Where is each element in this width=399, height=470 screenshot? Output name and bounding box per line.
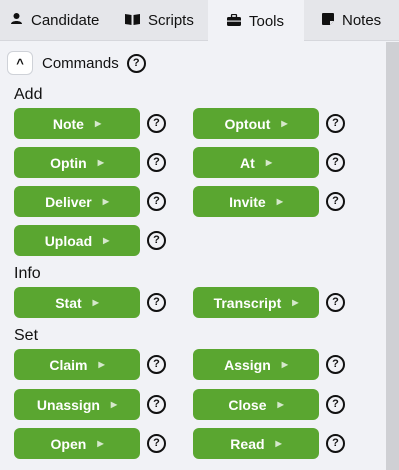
- button-label: Open: [50, 435, 87, 452]
- tab-notes[interactable]: Notes: [322, 0, 392, 41]
- play-icon: ▶: [281, 119, 288, 128]
- play-icon: ▶: [103, 236, 110, 245]
- play-icon: ▶: [92, 298, 99, 307]
- section-title-info: Info: [14, 265, 41, 282]
- help-icon[interactable]: ?: [147, 153, 166, 172]
- help-icon[interactable]: ?: [326, 395, 345, 414]
- play-icon: ▶: [97, 439, 104, 448]
- help-icon[interactable]: ?: [126, 53, 146, 73]
- tab-label: Tools: [249, 12, 285, 30]
- upload-button[interactable]: Upload ▶: [14, 225, 140, 256]
- collapse-toggle-button[interactable]: ^: [7, 51, 33, 75]
- invite-button[interactable]: Invite ▶: [193, 186, 319, 217]
- help-icon[interactable]: ?: [326, 355, 345, 374]
- optin-button[interactable]: Optin ▶: [14, 147, 140, 178]
- tab-label: Scripts: [148, 12, 194, 29]
- tab-bar: Candidate Scripts Tools Notes: [0, 0, 399, 42]
- read-button[interactable]: Read ▶: [193, 428, 319, 459]
- unassign-button[interactable]: Unassign ▶: [14, 389, 140, 420]
- close-button[interactable]: Close ▶: [193, 389, 319, 420]
- play-icon: ▶: [275, 439, 282, 448]
- help-icon[interactable]: ?: [147, 231, 166, 250]
- at-button[interactable]: At ▶: [193, 147, 319, 178]
- help-icon[interactable]: ?: [326, 192, 345, 211]
- optout-button[interactable]: Optout ▶: [193, 108, 319, 139]
- button-label: Optin: [50, 154, 87, 171]
- scrollbar[interactable]: [386, 42, 399, 470]
- play-icon: ▶: [102, 197, 109, 206]
- tab-tools[interactable]: Tools: [208, 0, 304, 42]
- tab-label: Candidate: [31, 12, 100, 29]
- help-icon[interactable]: ?: [326, 153, 345, 172]
- button-label: Invite: [229, 193, 266, 210]
- help-icon[interactable]: ?: [147, 192, 166, 211]
- tab-label: Notes: [342, 12, 382, 29]
- commands-label: Commands: [42, 54, 119, 72]
- button-label: At: [240, 154, 255, 171]
- button-label: Optout: [224, 115, 271, 132]
- deliver-button[interactable]: Deliver ▶: [14, 186, 140, 217]
- help-icon[interactable]: ?: [147, 114, 166, 133]
- button-label: Close: [228, 396, 267, 413]
- button-label: Upload: [44, 232, 93, 249]
- stat-button[interactable]: Stat ▶: [14, 287, 140, 318]
- assign-button[interactable]: Assign ▶: [193, 349, 319, 380]
- help-icon[interactable]: ?: [326, 114, 345, 133]
- help-icon[interactable]: ?: [326, 434, 345, 453]
- help-icon[interactable]: ?: [147, 293, 166, 312]
- button-label: Unassign: [36, 396, 100, 413]
- play-icon: ▶: [292, 298, 299, 307]
- section-title-add: Add: [14, 86, 43, 103]
- tab-candidate[interactable]: Candidate: [10, 0, 118, 41]
- claim-button[interactable]: Claim ▶: [14, 349, 140, 380]
- play-icon: ▶: [97, 158, 104, 167]
- book-icon: [125, 12, 140, 29]
- button-label: Read: [230, 435, 265, 452]
- help-icon[interactable]: ?: [147, 355, 166, 374]
- button-label: Claim: [49, 356, 88, 373]
- play-icon: ▶: [277, 400, 284, 409]
- button-label: Note: [52, 115, 84, 132]
- open-button[interactable]: Open ▶: [14, 428, 140, 459]
- play-icon: ▶: [281, 360, 288, 369]
- button-label: Transcript: [213, 294, 282, 311]
- commands-header: ^ Commands ?: [7, 50, 146, 76]
- button-label: Deliver: [45, 193, 92, 210]
- help-icon[interactable]: ?: [147, 434, 166, 453]
- note-button[interactable]: Note ▶: [14, 108, 140, 139]
- play-icon: ▶: [98, 360, 105, 369]
- help-icon[interactable]: ?: [147, 395, 166, 414]
- note-icon: [322, 12, 334, 29]
- play-icon: ▶: [276, 197, 283, 206]
- transcript-button[interactable]: Transcript ▶: [193, 287, 319, 318]
- person-icon: [10, 12, 23, 29]
- section-title-set: Set: [14, 327, 39, 344]
- button-label: Assign: [224, 356, 271, 373]
- play-icon: ▶: [94, 119, 102, 128]
- toolbox-icon: [227, 13, 241, 30]
- play-icon: ▶: [110, 400, 118, 409]
- play-icon: ▶: [265, 158, 272, 167]
- button-label: Stat: [55, 294, 82, 311]
- tab-scripts[interactable]: Scripts: [125, 0, 205, 41]
- help-icon[interactable]: ?: [326, 293, 345, 312]
